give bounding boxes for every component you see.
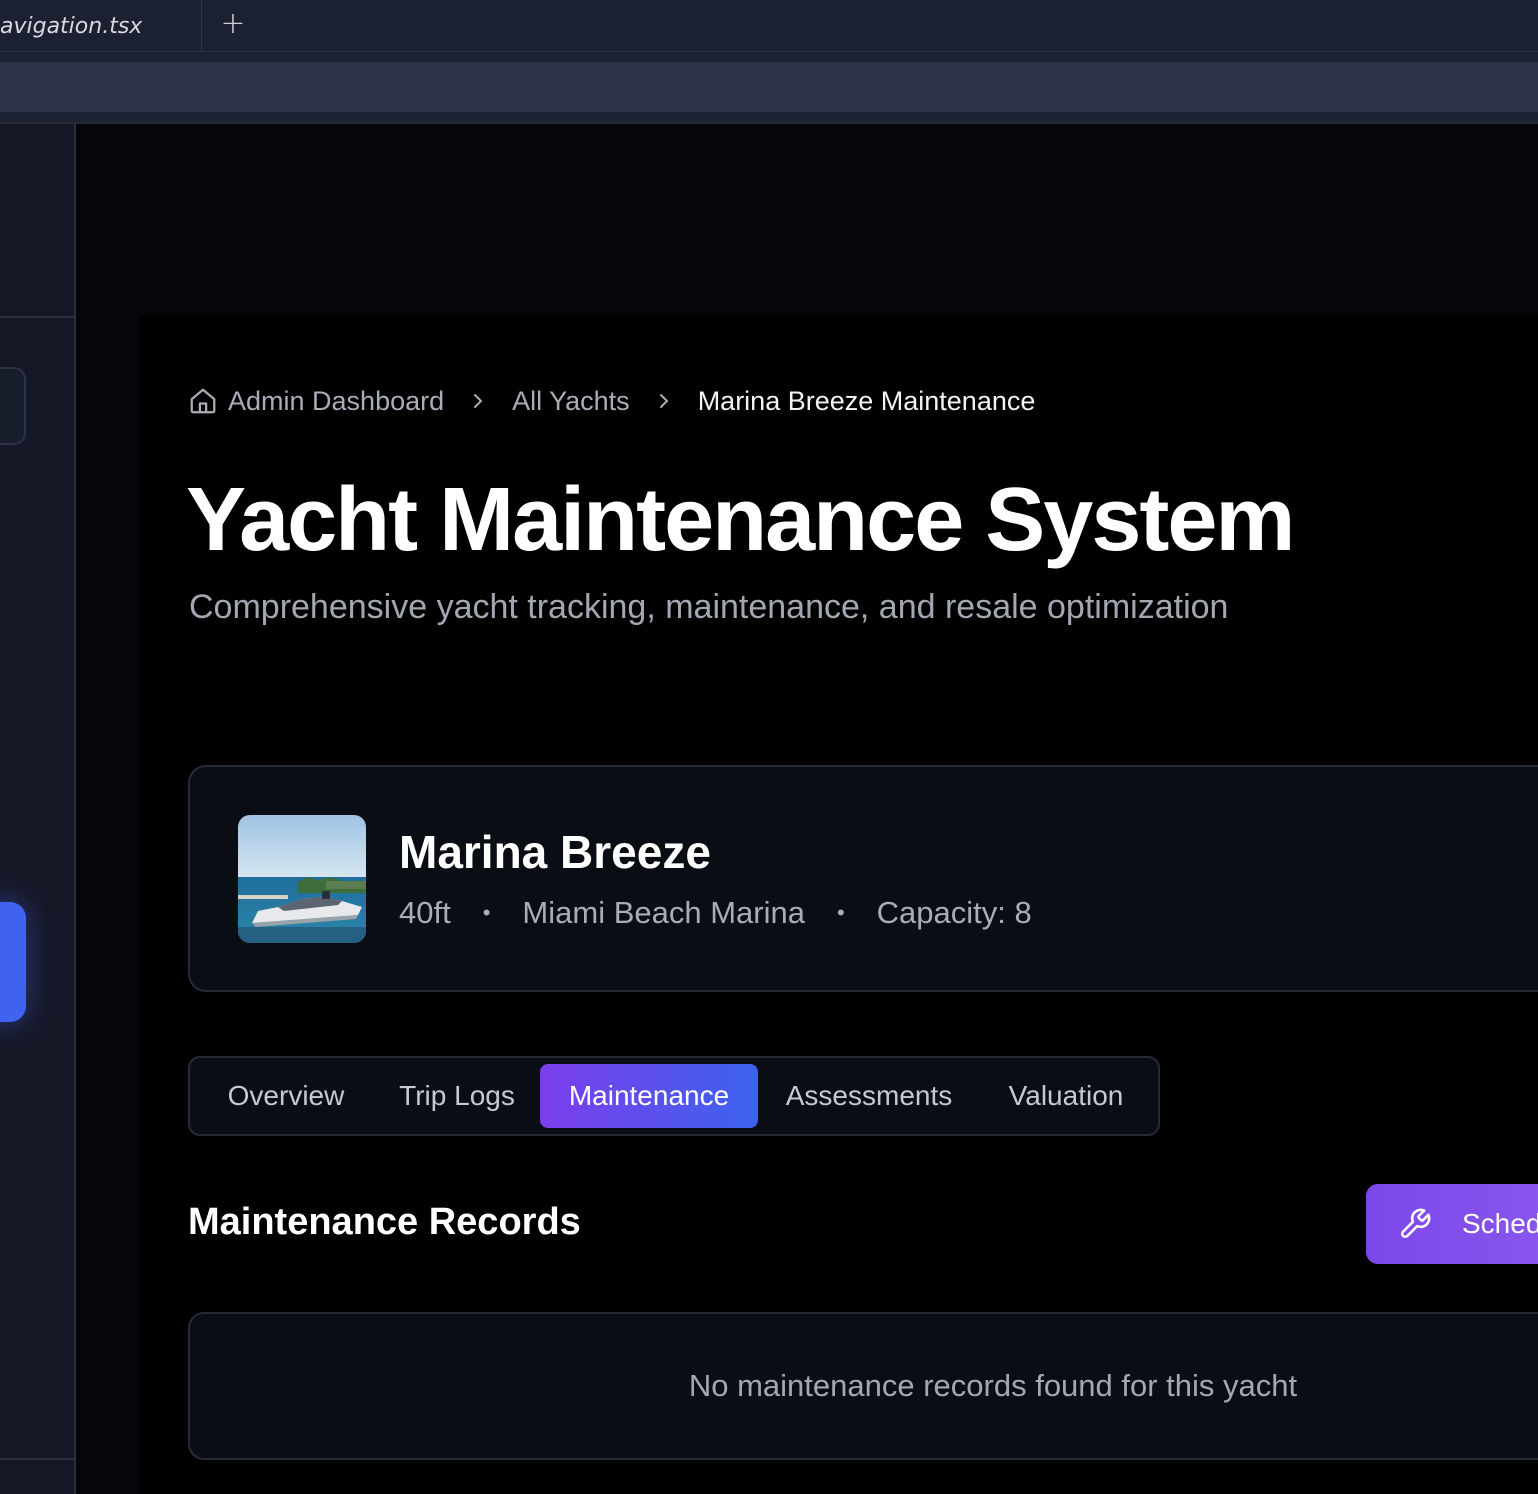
yacht-capacity: Capacity: 8 <box>876 895 1032 930</box>
sidebar-active-item[interactable] <box>0 902 26 1022</box>
sidebar <box>0 124 76 1494</box>
meta-separator: • <box>836 900 845 925</box>
editor-tab-filename: avigation.tsx <box>0 13 143 39</box>
maintenance-records-title: Maintenance Records <box>188 1201 581 1243</box>
wrench-icon <box>1401 1208 1431 1238</box>
editor-tab-file[interactable]: avigation.tsx <box>0 0 202 52</box>
tab-assessments[interactable]: Assessments <box>758 1064 980 1128</box>
breadcrumb-all-yachts[interactable]: All Yachts <box>512 386 630 417</box>
page-subtitle: Comprehensive yacht tracking, maintenanc… <box>189 588 1229 626</box>
yacht-name: Marina Breeze <box>399 826 711 878</box>
maintenance-records-empty-card: No maintenance records found for this ya… <box>188 1312 1538 1460</box>
sidebar-divider <box>0 316 74 318</box>
tab-overview[interactable]: Overview <box>198 1064 374 1128</box>
page-title: Yacht Maintenance System <box>186 470 1295 570</box>
empty-state-message: No maintenance records found for this ya… <box>688 1368 1298 1403</box>
schedule-maintenance-button[interactable]: Schedule Maintenance <box>1366 1184 1538 1264</box>
sidebar-divider-bottom <box>0 1458 74 1460</box>
new-tab-button[interactable]: + <box>218 6 248 42</box>
tab-trip-logs[interactable]: Trip Logs <box>374 1064 540 1128</box>
schedule-maintenance-label: Schedule Maintenance <box>1462 1208 1538 1239</box>
home-icon[interactable] <box>188 386 218 416</box>
breadcrumb-admin-dashboard[interactable]: Admin Dashboard <box>228 386 444 417</box>
editor-toolbar <box>0 52 1538 124</box>
editor-tab-bar: avigation.tsx + <box>0 0 1538 52</box>
breadcrumb-current: Marina Breeze Maintenance <box>697 385 1036 416</box>
yacht-marina: Miami Beach Marina <box>522 895 805 930</box>
yacht-summary-card: Marina Breeze 40ft • Miami Beach Marina … <box>188 765 1538 992</box>
yacht-thumbnail <box>238 815 366 943</box>
sidebar-search-box[interactable] <box>0 367 26 445</box>
tab-maintenance[interactable]: Maintenance <box>540 1064 758 1128</box>
section-tabs: Overview Trip Logs Maintenance Assessmen… <box>188 1056 1160 1136</box>
breadcrumb: Admin Dashboard All Yachts Marina Breeze… <box>188 382 1035 420</box>
yacht-length: 40ft <box>399 895 451 930</box>
yacht-meta: 40ft • Miami Beach Marina • Capacity: 8 <box>399 895 1032 931</box>
meta-separator: • <box>482 900 491 925</box>
tab-valuation[interactable]: Valuation <box>980 1064 1152 1128</box>
chevron-right-icon <box>474 394 483 408</box>
chevron-right-icon <box>659 394 669 408</box>
editor-address-bar[interactable] <box>0 62 1538 112</box>
